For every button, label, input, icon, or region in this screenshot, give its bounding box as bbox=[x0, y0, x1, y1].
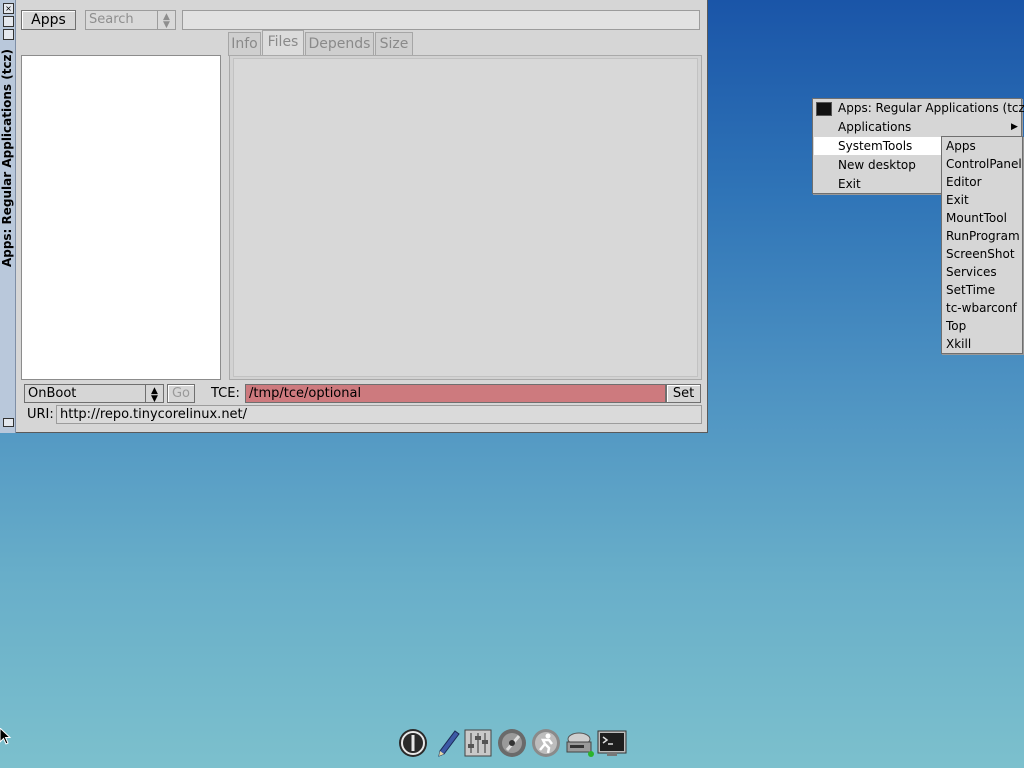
uri-label: URI: bbox=[27, 407, 54, 422]
tab-size[interactable]: Size bbox=[375, 32, 413, 56]
tab-info[interactable]: Info bbox=[228, 32, 261, 56]
submenu-item[interactable]: ScreenShot bbox=[946, 245, 1015, 263]
search-input[interactable] bbox=[182, 10, 700, 30]
iconify-icon[interactable] bbox=[3, 418, 14, 427]
submenu-item[interactable]: Xkill bbox=[946, 335, 971, 353]
chevron-updown-icon: ▲ ▼ bbox=[157, 11, 175, 30]
submenu-item[interactable]: tc-wbarconf bbox=[946, 299, 1017, 317]
editor-pen-icon[interactable] bbox=[433, 728, 463, 758]
uri-field[interactable]: http://repo.tinycorelinux.net/ bbox=[56, 405, 702, 424]
submenu-item[interactable]: Top bbox=[946, 317, 966, 335]
submenu-arrow-icon: ▶ bbox=[1011, 122, 1018, 132]
apps-window: × Apps: Regular Applications (tcz) Apps … bbox=[0, 0, 708, 433]
menu-item-systemtools[interactable]: SystemTools bbox=[814, 137, 944, 155]
minimize-icon[interactable] bbox=[3, 29, 14, 40]
install-mode-select[interactable]: OnBoot ▲ ▼ bbox=[24, 384, 164, 404]
window-thumbnail-icon bbox=[816, 102, 832, 116]
install-mode-label: OnBoot bbox=[28, 386, 77, 401]
apps-menu-button[interactable]: Apps bbox=[21, 10, 76, 30]
logout-icon[interactable] bbox=[398, 728, 428, 758]
submenu-item[interactable]: RunProgram bbox=[946, 227, 1020, 245]
files-text-area[interactable] bbox=[233, 58, 698, 377]
terminal-icon[interactable] bbox=[597, 728, 627, 758]
submenu-item[interactable]: ControlPanel bbox=[946, 155, 1022, 173]
submenu-item[interactable]: MountTool bbox=[946, 209, 1007, 227]
window-titlebar[interactable]: × Apps: Regular Applications (tcz) bbox=[0, 0, 16, 433]
systemtools-submenu: Apps ControlPanel Editor Exit MountTool … bbox=[941, 136, 1023, 354]
menu-item-exit[interactable]: Exit bbox=[838, 175, 958, 193]
tce-label: TCE: bbox=[211, 386, 240, 401]
search-mode-select[interactable]: Search ▲ ▼ bbox=[85, 10, 176, 30]
maximize-icon[interactable] bbox=[3, 16, 14, 27]
menu-item-new-desktop[interactable]: New desktop bbox=[838, 156, 958, 174]
submenu-item[interactable]: Services bbox=[946, 263, 997, 281]
submenu-item[interactable]: Apps bbox=[946, 137, 976, 155]
tab-files[interactable]: Files bbox=[262, 30, 304, 57]
mouse-cursor-icon bbox=[0, 727, 12, 746]
tab-content-panel bbox=[229, 55, 702, 380]
set-button[interactable]: Set bbox=[666, 384, 701, 403]
close-icon[interactable]: × bbox=[3, 3, 14, 14]
mount-tool-icon[interactable] bbox=[563, 728, 597, 758]
control-panel-icon[interactable] bbox=[463, 728, 493, 758]
window-title: Apps: Regular Applications (tcz) bbox=[0, 48, 14, 268]
run-icon[interactable] bbox=[531, 728, 561, 758]
apps-icon[interactable] bbox=[497, 728, 527, 758]
menu-item-applications[interactable]: Applications bbox=[838, 118, 1021, 136]
submenu-item[interactable]: Exit bbox=[946, 191, 969, 209]
menu-header[interactable]: Apps: Regular Applications (tcz) bbox=[838, 99, 1024, 117]
tab-depends[interactable]: Depends bbox=[305, 32, 374, 56]
package-list[interactable] bbox=[21, 55, 221, 380]
chevron-updown-icon: ▲ ▼ bbox=[145, 385, 163, 404]
tce-path-field[interactable]: /tmp/tce/optional bbox=[245, 384, 666, 403]
go-button[interactable]: Go bbox=[167, 384, 195, 403]
search-mode-label: Search bbox=[89, 12, 134, 27]
submenu-item[interactable]: SetTime bbox=[946, 281, 995, 299]
submenu-item[interactable]: Editor bbox=[946, 173, 982, 191]
